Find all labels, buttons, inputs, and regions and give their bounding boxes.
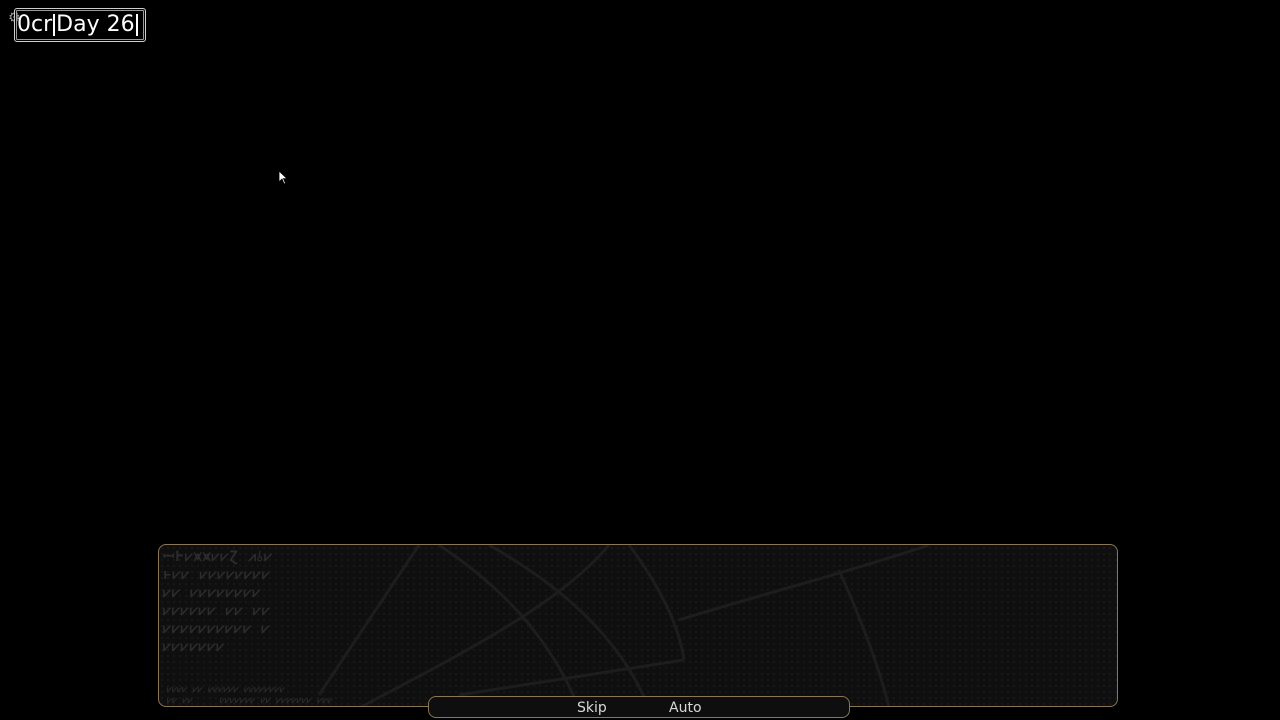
status-hud: 0cr Day 26	[14, 8, 146, 42]
hud-separator-end	[135, 14, 138, 36]
day-counter: Day 26	[56, 12, 135, 37]
credits-counter: 0cr	[17, 12, 53, 37]
skip-button[interactable]: Skip	[577, 699, 607, 717]
mouse-pointer-icon	[278, 170, 288, 185]
hud-separator	[53, 14, 56, 36]
auto-button[interactable]: Auto	[669, 699, 702, 717]
decorative-glyphs: ꟷⱵ⩗⩙⩙⩗⩗Ɀ ⩘⫰⩗ ⱶ⩗⩗ ⩗⩗⩗⩗⩗⩗⩗⩗ ⩗⩗ ⩗⩗⩗⩗⩗⩗⩗⩗ ⩗⩗…	[163, 549, 274, 655]
textbox-background-pattern	[317, 545, 930, 706]
game-screen[interactable]: ⚙ 0cr Day 26 ꟷⱵ⩗⩙⩙⩗⩗Ɀ ⩘⫰⩗ ⱶ⩗⩗ ⩗⩗⩗⩗⩗⩗⩗⩗ ⩗…	[0, 0, 1280, 720]
dialogue-box[interactable]: ꟷⱵ⩗⩙⩙⩗⩗Ɀ ⩘⫰⩗ ⱶ⩗⩗ ⩗⩗⩗⩗⩗⩗⩗⩗ ⩗⩗ ⩗⩗⩗⩗⩗⩗⩗⩗ ⩗⩗…	[158, 544, 1118, 707]
decorative-footer-glyphs: ⩗⩗⩗⩗ ⩗⩗ ⩗⩗⩗⩗⩗⩗ ⩗⩗⩗⩗⩗⩗⩗⩗ ⩗⩗ ⩗⩗ ⩗⩗⩗⩗⩗⩗⩗ ⩗⩗…	[167, 685, 333, 706]
playback-controls: Skip Auto	[428, 696, 850, 718]
